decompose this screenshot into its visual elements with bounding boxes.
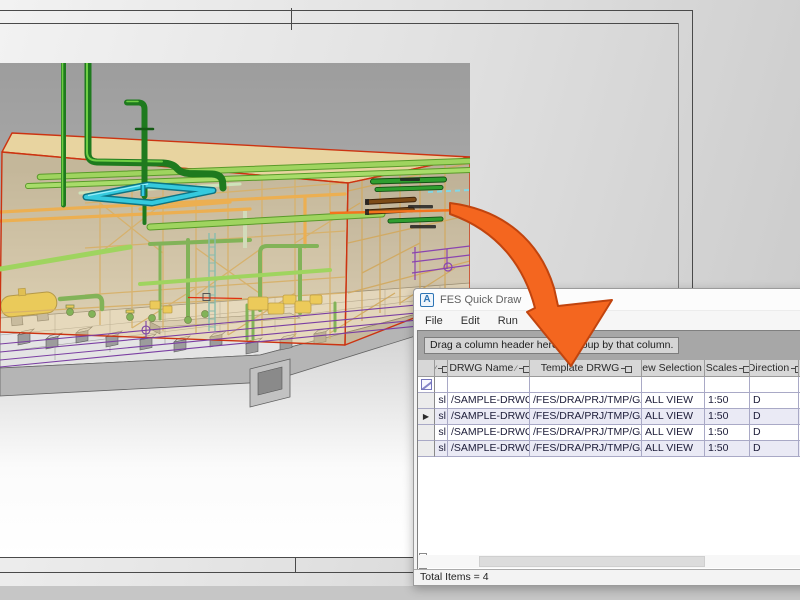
auto-filter-row[interactable]	[418, 377, 800, 393]
app-icon-letter: A	[423, 294, 430, 305]
drawing-grid: Drag a column header here to group by th…	[417, 330, 800, 570]
pin-icon[interactable]	[438, 365, 447, 372]
3d-viewport[interactable]	[0, 63, 470, 557]
grid-header-row: ∕ DRWG Name ∕ Template DRWG View Selecti…	[418, 360, 800, 377]
total-items-label: Total Items = 4	[420, 571, 489, 583]
sort-icon: ∕	[515, 364, 516, 373]
header-direction[interactable]: Direction	[750, 360, 799, 377]
table-row[interactable]: sl /SAMPLE-DRWG-00 /FES/DRA/PRJ/TMP/GA/A…	[418, 393, 800, 409]
filter-row-icon	[421, 379, 432, 390]
current-row-arrow-icon: ▶	[423, 412, 429, 421]
fes-quick-draw-window: A FES Quick Draw File Edit Run Drag a co…	[413, 288, 800, 586]
row-indicator[interactable]	[418, 425, 435, 441]
active-row-indicator[interactable]: ▶	[418, 409, 435, 425]
header-row-indicator	[418, 360, 435, 377]
filter-row-header	[418, 377, 435, 393]
horizontal-scrollbar-thumb[interactable]	[479, 556, 705, 567]
sheet-border-top-outer	[0, 10, 693, 11]
horizontal-scrollbar[interactable]	[418, 555, 800, 568]
header-drwg-name[interactable]: DRWG Name ∕	[448, 360, 530, 377]
app-icon: A	[420, 293, 434, 307]
sheet-tick-top	[291, 8, 292, 30]
menu-edit[interactable]: Edit	[452, 313, 489, 329]
menu-file[interactable]: File	[416, 313, 452, 329]
header-scales[interactable]: Scales	[705, 360, 750, 377]
menubar: File Edit Run	[414, 311, 800, 330]
header-view-selection[interactable]: View Selection	[642, 360, 705, 377]
pin-icon[interactable]	[791, 365, 799, 372]
row-indicator[interactable]	[418, 441, 435, 457]
group-by-panel[interactable]: Drag a column header here to group by th…	[418, 331, 800, 360]
header-sel-column[interactable]: ∕	[435, 360, 448, 377]
table-row[interactable]: sl /SAMPLE-DRWG-03 /FES/DRA/PRJ/TMP/GA/A…	[418, 441, 800, 457]
pin-icon[interactable]	[519, 365, 528, 372]
window-title: FES Quick Draw	[440, 294, 521, 306]
sheet-border-top-inner	[0, 23, 679, 24]
row-indicator[interactable]	[418, 393, 435, 409]
pin-icon[interactable]	[621, 365, 630, 372]
window-titlebar[interactable]: A FES Quick Draw	[414, 289, 800, 311]
group-by-hint: Drag a column header here to group by th…	[424, 337, 679, 354]
pin-icon[interactable]	[739, 365, 748, 372]
table-row[interactable]: sl /SAMPLE-DRWG-02 /FES/DRA/PRJ/TMP/GA/A…	[418, 425, 800, 441]
menu-run[interactable]: Run	[489, 313, 527, 329]
header-template-drwg[interactable]: Template DRWG	[530, 360, 642, 377]
3d-model-scene	[0, 63, 470, 557]
sheet-bottom-band	[0, 586, 800, 600]
statusbar: Total Items = 4	[414, 569, 800, 585]
table-row-active[interactable]: ▶ sl /SAMPLE-DRWG-01 /FES/DRA/PRJ/TMP/GA…	[418, 409, 800, 425]
sort-icon: ∕	[435, 364, 436, 373]
